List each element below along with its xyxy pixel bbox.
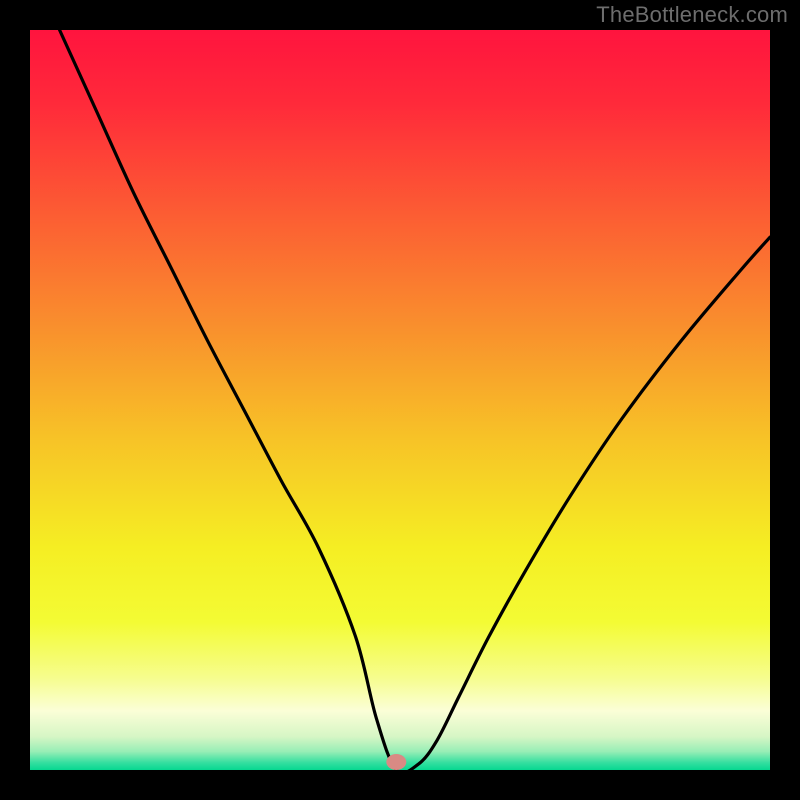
chart-frame: { "watermark": "TheBottleneck.com", "plo… (0, 0, 800, 800)
bottleneck-chart (0, 0, 800, 800)
optimal-point-marker (386, 754, 406, 770)
gradient-background (30, 30, 770, 770)
watermark-text: TheBottleneck.com (596, 2, 788, 28)
